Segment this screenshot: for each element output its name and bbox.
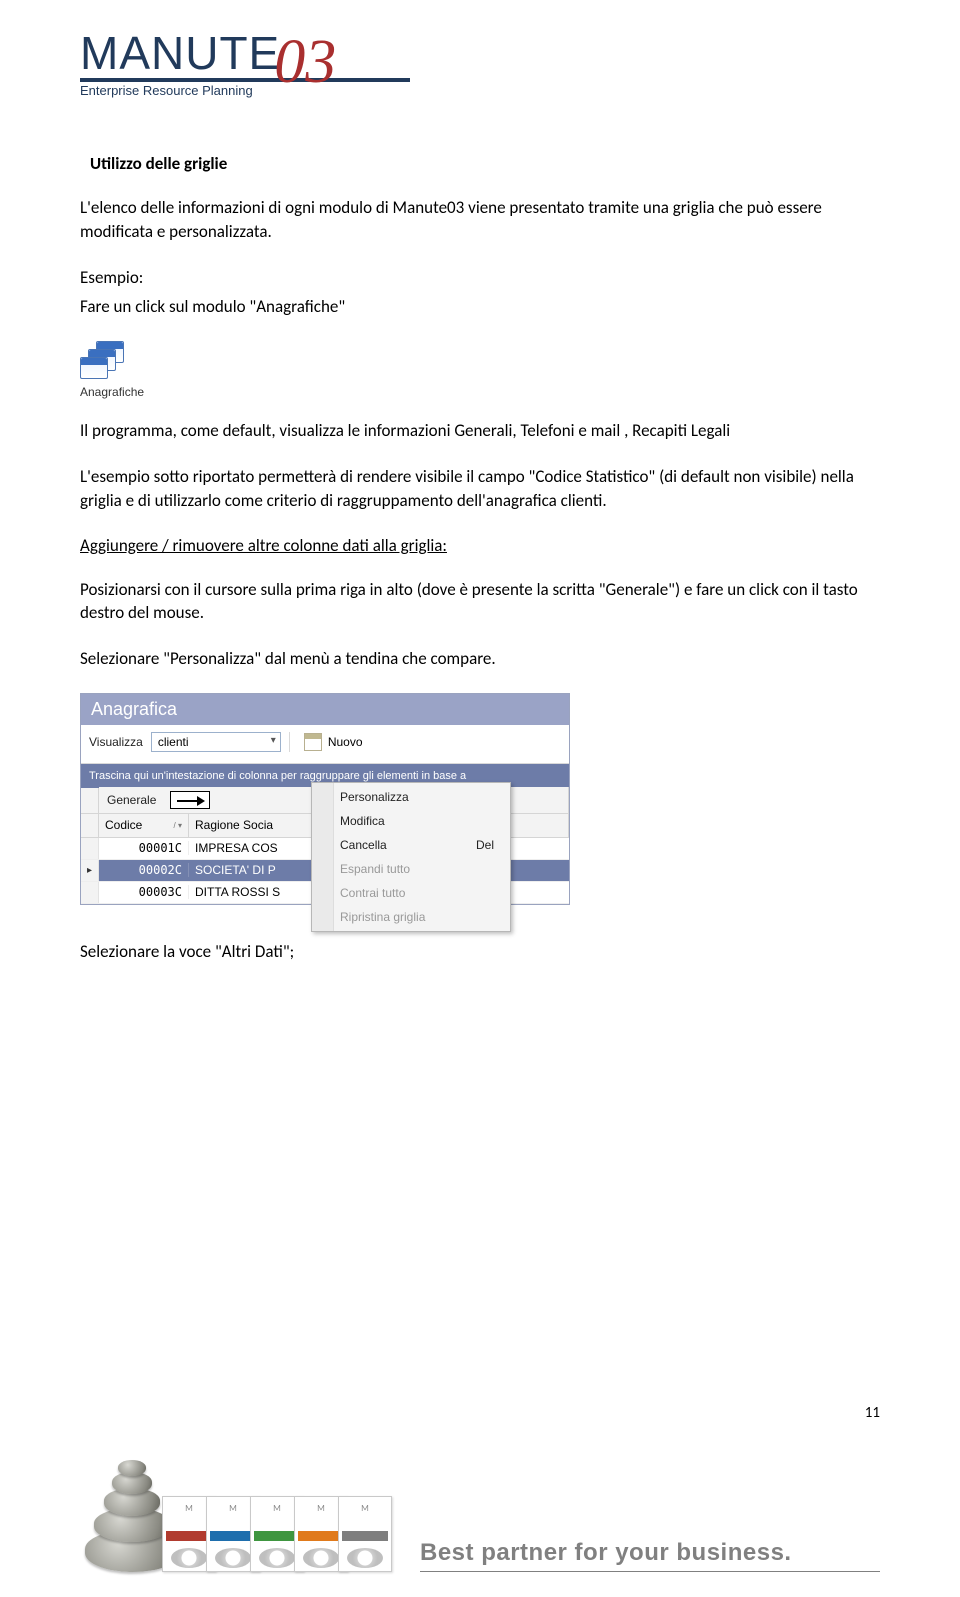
anagrafiche-label: Anagrafiche xyxy=(80,385,880,399)
toolbar: Visualizza clienti Nuovo xyxy=(81,725,569,764)
row-handle xyxy=(81,882,99,903)
anagrafiche-module-button[interactable]: Anagrafiche xyxy=(80,341,880,399)
paragraph: Fare un click sul modulo "Anagrafiche" xyxy=(80,295,880,319)
paragraph: Selezionare "Personalizza" dal menù a te… xyxy=(80,647,880,671)
logo-suffix: 03 xyxy=(274,41,336,84)
menu-contrai-tutto[interactable]: Contrai tutto xyxy=(312,881,510,905)
menu-cancella[interactable]: CancellaDel xyxy=(312,833,510,857)
row-handle: ▸ xyxy=(81,860,99,881)
divider xyxy=(420,1571,880,1572)
context-menu: Personalizza Modifica CancellaDel Espand… xyxy=(311,782,511,932)
paragraph: L'esempio sotto riportato permetterà di … xyxy=(80,465,880,513)
sub-heading: Aggiungere / rimuovere altre colonne dat… xyxy=(80,535,880,556)
footer-tagline: Best partner for your business. xyxy=(420,1539,880,1567)
shortcut: Del xyxy=(476,838,494,852)
paragraph: Esempio: xyxy=(80,266,880,290)
visualizza-dropdown[interactable]: clienti xyxy=(151,732,281,752)
paragraph: L'elenco delle informazioni di ogni modu… xyxy=(80,196,880,244)
dropdown-value: clienti xyxy=(158,735,189,749)
anagrafica-window: Anagrafica Visualizza clienti Nuovo Tras… xyxy=(80,693,570,905)
column-codice-label: Codice xyxy=(105,818,142,832)
column-generale: Generale xyxy=(107,793,156,807)
page-footer: M M M M M Best partner for your business… xyxy=(0,1437,960,1597)
row-handle xyxy=(81,814,99,837)
logo-subtitle: Enterprise Resource Planning xyxy=(80,83,880,98)
row-handle xyxy=(81,788,99,813)
nuovo-button[interactable]: Nuovo xyxy=(298,731,369,753)
menu-ripristina-griglia[interactable]: Ripristina griglia xyxy=(312,905,510,929)
visualizza-label: Visualizza xyxy=(89,735,143,749)
product-boxes-image: M M M M M xyxy=(162,1496,382,1572)
logo-text: MANUTE xyxy=(80,30,280,76)
windows-icon xyxy=(80,341,128,381)
window-title: Anagrafica xyxy=(81,694,569,725)
menu-modifica[interactable]: Modifica xyxy=(312,809,510,833)
row-handle xyxy=(81,838,99,859)
stones-image xyxy=(80,1452,142,1572)
paragraph: Il programma, come default, visualizza l… xyxy=(80,419,880,443)
arrow-annotation-icon xyxy=(170,791,210,809)
nuovo-icon xyxy=(304,733,322,751)
menu-personalizza[interactable]: Personalizza xyxy=(312,785,510,809)
nuovo-label: Nuovo xyxy=(328,735,363,749)
page-number: 11 xyxy=(865,1404,880,1422)
cell-codice: 00003C xyxy=(99,885,189,899)
cell-codice: 00001C xyxy=(99,841,189,855)
paragraph: Posizionarsi con il cursore sulla prima … xyxy=(80,578,880,626)
sort-icon: / ▾ xyxy=(174,821,182,830)
paragraph: Selezionare la voce "Altri Dati"; xyxy=(80,940,880,964)
column-codice-header[interactable]: Codice / ▾ xyxy=(99,814,189,837)
section-heading: Utilizzo delle griglie xyxy=(90,153,880,174)
divider xyxy=(289,732,290,752)
logo: MANUTE 03 Enterprise Resource Planning xyxy=(80,30,880,98)
menu-gutter xyxy=(312,783,334,931)
menu-espandi-tutto[interactable]: Espandi tutto xyxy=(312,857,510,881)
cell-codice: 00002C xyxy=(99,863,189,877)
